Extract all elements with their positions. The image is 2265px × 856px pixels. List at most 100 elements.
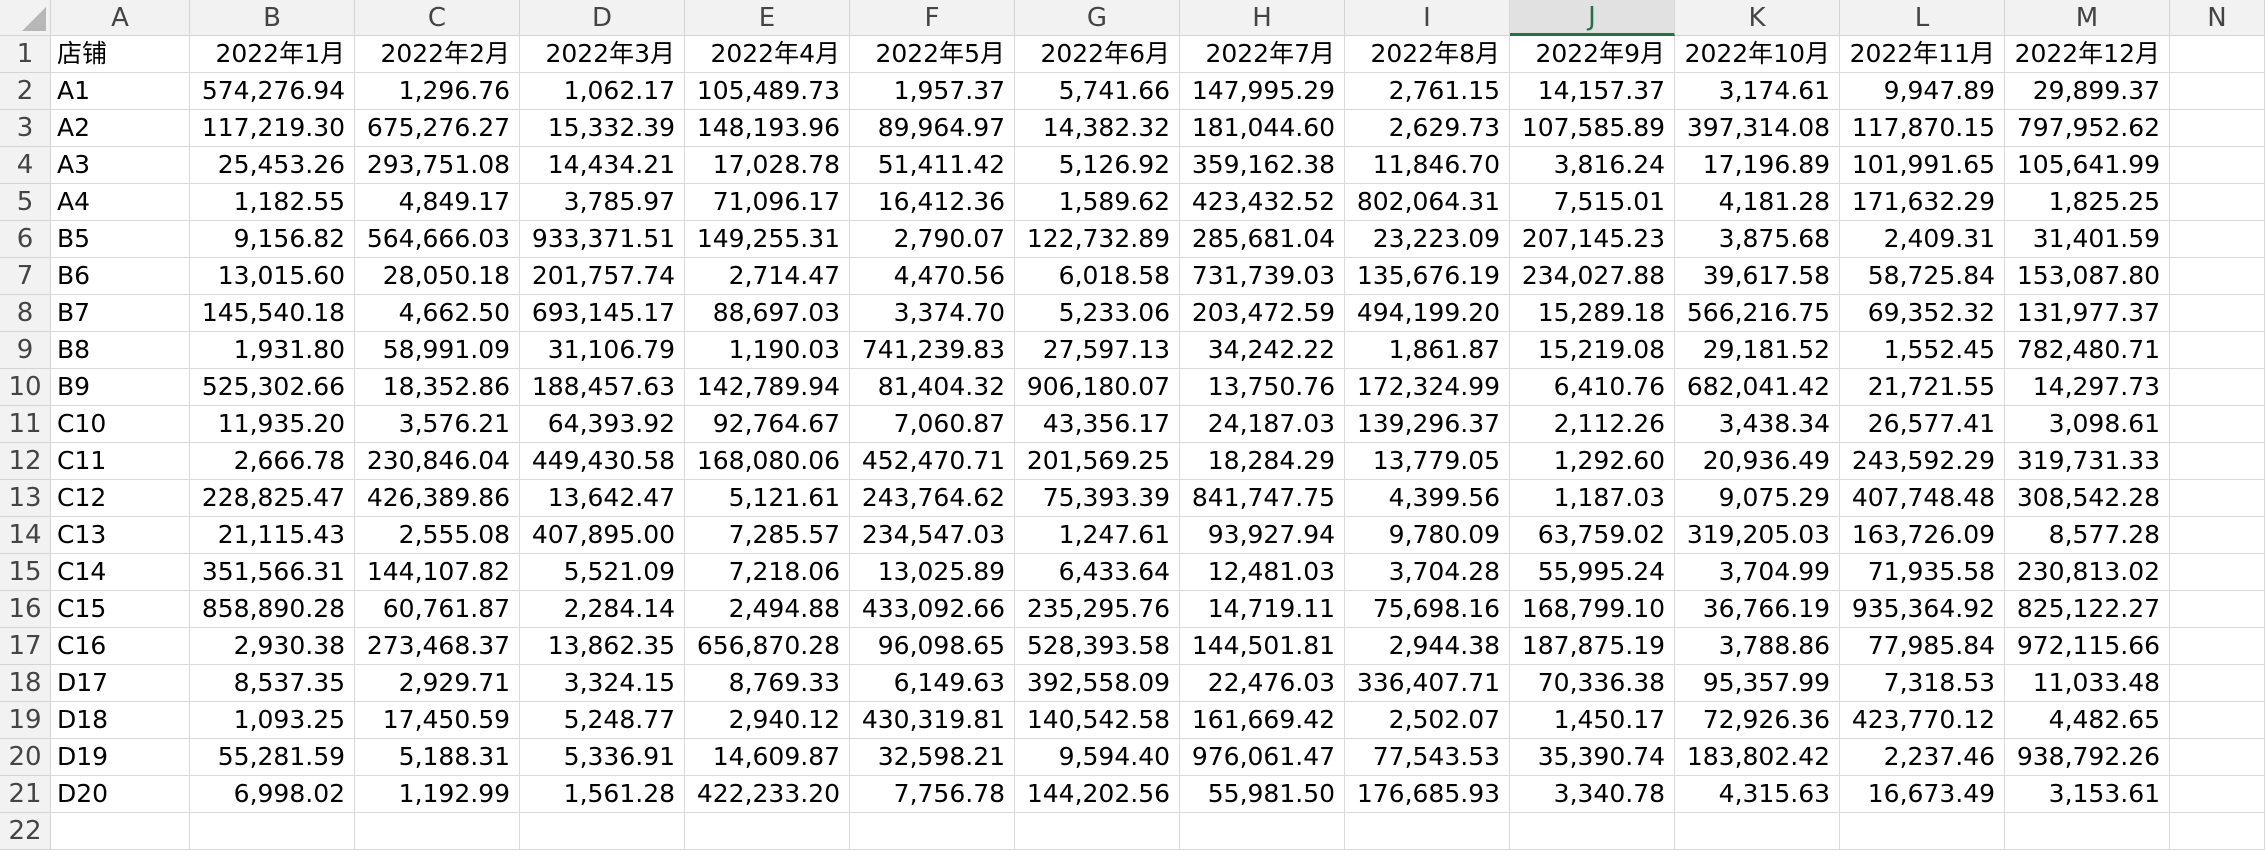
cell-a3[interactable]: A2 [51,110,190,147]
cell-l5[interactable]: 171,632.29 [1840,184,2005,221]
cell-b9[interactable]: 1,931.80 [190,332,355,369]
cell-h4[interactable]: 359,162.38 [1180,147,1345,184]
cell-c10[interactable]: 18,352.86 [355,369,520,406]
cell-j21[interactable]: 3,340.78 [1510,776,1675,813]
cell-f16[interactable]: 433,092.66 [850,591,1015,628]
cell-k20[interactable]: 183,802.42 [1675,739,1840,776]
cell-n3[interactable] [2170,110,2265,147]
cell-c8[interactable]: 4,662.50 [355,295,520,332]
cell-k15[interactable]: 3,704.99 [1675,554,1840,591]
cell-c11[interactable]: 3,576.21 [355,406,520,443]
cell-b4[interactable]: 25,453.26 [190,147,355,184]
cell-f20[interactable]: 32,598.21 [850,739,1015,776]
cell-b13[interactable]: 228,825.47 [190,480,355,517]
cell-d4[interactable]: 14,434.21 [520,147,685,184]
row-header-1[interactable]: 1 [0,36,51,73]
cell-i3[interactable]: 2,629.73 [1345,110,1510,147]
column-header-k[interactable]: K [1675,0,1840,36]
cell-j12[interactable]: 1,292.60 [1510,443,1675,480]
cell-n2[interactable] [2170,73,2265,110]
cell-i13[interactable]: 4,399.56 [1345,480,1510,517]
cell-g3[interactable]: 14,382.32 [1015,110,1180,147]
cell-h3[interactable]: 181,044.60 [1180,110,1345,147]
cell-d12[interactable]: 449,430.58 [520,443,685,480]
row-header-13[interactable]: 13 [0,480,51,517]
cell-d10[interactable]: 188,457.63 [520,369,685,406]
column-header-h[interactable]: H [1180,0,1345,36]
cell-k16[interactable]: 36,766.19 [1675,591,1840,628]
cell-m8[interactable]: 131,977.37 [2005,295,2170,332]
cell-a6[interactable]: B5 [51,221,190,258]
row-header-18[interactable]: 18 [0,665,51,702]
row-header-22[interactable]: 22 [0,813,51,850]
cell-d5[interactable]: 3,785.97 [520,184,685,221]
cell-k11[interactable]: 3,438.34 [1675,406,1840,443]
cell-i20[interactable]: 77,543.53 [1345,739,1510,776]
cell-k6[interactable]: 3,875.68 [1675,221,1840,258]
cell-d15[interactable]: 5,521.09 [520,554,685,591]
cell-j22[interactable] [1510,813,1675,850]
cell-b2[interactable]: 574,276.94 [190,73,355,110]
cell-i12[interactable]: 13,779.05 [1345,443,1510,480]
cell-g6[interactable]: 122,732.89 [1015,221,1180,258]
row-header-5[interactable]: 5 [0,184,51,221]
cell-l22[interactable] [1840,813,2005,850]
cell-i2[interactable]: 2,761.15 [1345,73,1510,110]
cell-a10[interactable]: B9 [51,369,190,406]
cell-i14[interactable]: 9,780.09 [1345,517,1510,554]
cell-m12[interactable]: 319,731.33 [2005,443,2170,480]
cell-l20[interactable]: 2,237.46 [1840,739,2005,776]
cell-n7[interactable] [2170,258,2265,295]
cell-f11[interactable]: 7,060.87 [850,406,1015,443]
cell-g21[interactable]: 144,202.56 [1015,776,1180,813]
cell-g8[interactable]: 5,233.06 [1015,295,1180,332]
cell-j13[interactable]: 1,187.03 [1510,480,1675,517]
cell-i10[interactable]: 172,324.99 [1345,369,1510,406]
row-header-20[interactable]: 20 [0,739,51,776]
cell-a13[interactable]: C12 [51,480,190,517]
cell-l13[interactable]: 407,748.48 [1840,480,2005,517]
cell-b20[interactable]: 55,281.59 [190,739,355,776]
cell-n18[interactable] [2170,665,2265,702]
cell-i1[interactable]: 2022年8月 [1345,36,1510,73]
cell-k22[interactable] [1675,813,1840,850]
cell-m21[interactable]: 3,153.61 [2005,776,2170,813]
cell-i5[interactable]: 802,064.31 [1345,184,1510,221]
cell-l12[interactable]: 243,592.29 [1840,443,2005,480]
cell-n13[interactable] [2170,480,2265,517]
cell-c2[interactable]: 1,296.76 [355,73,520,110]
cell-k7[interactable]: 39,617.58 [1675,258,1840,295]
cell-i11[interactable]: 139,296.37 [1345,406,1510,443]
cell-a12[interactable]: C11 [51,443,190,480]
cell-c21[interactable]: 1,192.99 [355,776,520,813]
cell-b12[interactable]: 2,666.78 [190,443,355,480]
cell-i18[interactable]: 336,407.71 [1345,665,1510,702]
cell-l4[interactable]: 101,991.65 [1840,147,2005,184]
cell-g18[interactable]: 392,558.09 [1015,665,1180,702]
cell-e19[interactable]: 2,940.12 [685,702,850,739]
cell-f12[interactable]: 452,470.71 [850,443,1015,480]
cell-g16[interactable]: 235,295.76 [1015,591,1180,628]
cell-j16[interactable]: 168,799.10 [1510,591,1675,628]
cell-m2[interactable]: 29,899.37 [2005,73,2170,110]
cell-d19[interactable]: 5,248.77 [520,702,685,739]
cell-h5[interactable]: 423,432.52 [1180,184,1345,221]
cell-g15[interactable]: 6,433.64 [1015,554,1180,591]
cell-i9[interactable]: 1,861.87 [1345,332,1510,369]
cell-e11[interactable]: 92,764.67 [685,406,850,443]
cell-e17[interactable]: 656,870.28 [685,628,850,665]
cell-d3[interactable]: 15,332.39 [520,110,685,147]
cell-g14[interactable]: 1,247.61 [1015,517,1180,554]
cell-g10[interactable]: 906,180.07 [1015,369,1180,406]
cell-f9[interactable]: 741,239.83 [850,332,1015,369]
cell-h16[interactable]: 14,719.11 [1180,591,1345,628]
cell-n17[interactable] [2170,628,2265,665]
cell-g9[interactable]: 27,597.13 [1015,332,1180,369]
cell-k2[interactable]: 3,174.61 [1675,73,1840,110]
cell-m15[interactable]: 230,813.02 [2005,554,2170,591]
cell-j9[interactable]: 15,219.08 [1510,332,1675,369]
cell-h19[interactable]: 161,669.42 [1180,702,1345,739]
cell-c7[interactable]: 28,050.18 [355,258,520,295]
cell-e4[interactable]: 17,028.78 [685,147,850,184]
cell-c19[interactable]: 17,450.59 [355,702,520,739]
